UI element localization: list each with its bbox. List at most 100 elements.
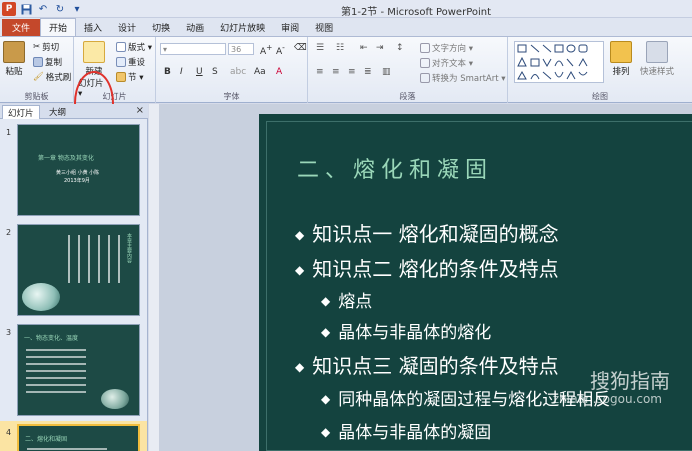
tab-file[interactable]: 文件	[2, 19, 41, 36]
layout-label: 版式 ▾	[128, 43, 152, 53]
tab-transitions[interactable]: 切换	[144, 19, 178, 36]
slide-thumb-1[interactable]: 第一章 物态及其变化 黄三小组 小黄 小陈 2013年9月	[17, 124, 140, 216]
thumb-title: 一、物态变化、温度	[24, 335, 79, 342]
tab-slides[interactable]: 幻灯片	[2, 105, 40, 119]
align-text-icon	[420, 58, 430, 68]
bullet-text: 知识点二 熔化的条件及特点	[312, 257, 559, 281]
diamond-bullet-icon: ◆	[295, 360, 305, 374]
clipboard-group-label: 剪贴板	[24, 92, 49, 101]
bold-button[interactable]: B	[164, 67, 171, 77]
reset-label: 重设	[128, 58, 146, 68]
bullets-icon[interactable]: ☰	[316, 43, 324, 53]
change-case-icon[interactable]: Aa	[254, 67, 266, 77]
panel-scrollbar[interactable]	[149, 104, 159, 451]
smartart-button[interactable]: 转换为 SmartArt ▾	[420, 72, 506, 84]
bullet-text: 晶体与非晶体的凝固	[338, 423, 492, 443]
underline-button[interactable]: U	[196, 67, 203, 77]
line-spacing-icon[interactable]: ↕	[396, 43, 404, 53]
char-spacing-icon[interactable]: abc	[230, 67, 246, 77]
tab-view[interactable]: 视图	[307, 19, 341, 36]
section-button[interactable]: 节 ▾	[116, 71, 143, 83]
font-color-icon[interactable]: A	[276, 67, 282, 77]
align-center-icon[interactable]: ≡	[332, 67, 340, 77]
slide-thumb-4[interactable]: 二、熔化和凝固	[17, 424, 140, 451]
arrange-label: 排列	[612, 67, 630, 77]
arrange-button[interactable]: 排列	[610, 41, 632, 77]
copy-icon	[33, 57, 43, 67]
paste-icon	[3, 41, 25, 63]
thumb-number: 3	[6, 328, 12, 337]
smartart-label: 转换为 SmartArt ▾	[432, 74, 506, 84]
diamond-bullet-icon: ◆	[295, 263, 305, 277]
font-size-select[interactable]: 36	[228, 43, 254, 55]
thumb-date: 2013年9月	[64, 178, 90, 184]
layout-button[interactable]: 版式 ▾	[116, 41, 152, 53]
reset-icon	[116, 57, 126, 67]
increase-indent-icon[interactable]: ⇥	[376, 43, 384, 53]
shapes-gallery[interactable]	[514, 41, 604, 83]
justify-icon[interactable]: ≣	[364, 67, 372, 77]
watermark-logo: 搜狗指南	[590, 369, 670, 393]
drawing-group: 排列 快速样式 绘图	[508, 37, 692, 103]
decrease-indent-icon[interactable]: ⇤	[360, 43, 368, 53]
text-direction-button[interactable]: 文字方向 ▾	[420, 42, 473, 54]
ribbon-tabs: 文件 开始 插入 设计 切换 动画 幻灯片放映 审阅 视图	[0, 18, 692, 36]
tab-insert[interactable]: 插入	[76, 19, 110, 36]
clipboard-group: 粘贴 ✂ 剪切 复制 🖌 格式刷 剪贴板	[0, 37, 74, 103]
smartart-icon	[420, 73, 430, 83]
italic-button[interactable]: I	[180, 67, 183, 77]
align-left-icon[interactable]: ≡	[316, 67, 324, 77]
strikethrough-button[interactable]: S	[212, 67, 218, 77]
tab-slideshow[interactable]: 幻灯片放映	[212, 19, 273, 36]
shrink-font-icon[interactable]: A-	[276, 43, 285, 57]
tab-outline[interactable]: 大纲	[44, 105, 71, 119]
tab-home[interactable]: 开始	[40, 18, 77, 36]
align-text-label: 对齐文本 ▾	[432, 59, 473, 69]
rock-image	[101, 389, 129, 409]
bullet-level-2[interactable]: ◆ 晶体与非晶体的熔化	[321, 318, 491, 343]
thumb-number: 2	[6, 228, 12, 237]
tab-design[interactable]: 设计	[110, 19, 144, 36]
scissors-icon: ✂	[33, 42, 41, 52]
thumb-bullet-lines	[26, 349, 86, 393]
bullet-text: 熔点	[338, 292, 373, 312]
columns-icon[interactable]: ▥	[382, 67, 391, 77]
quick-styles-label: 快速样式	[640, 67, 675, 77]
slide-thumb-3[interactable]: 一、物态变化、温度	[17, 324, 140, 416]
slide-title[interactable]: 二、熔化和凝固	[297, 152, 493, 184]
bullet-level-2[interactable]: ◆ 熔点	[321, 287, 372, 312]
copy-button[interactable]: 复制	[33, 56, 62, 68]
thumb-text-columns	[68, 235, 124, 283]
align-text-button[interactable]: 对齐文本 ▾	[420, 57, 473, 69]
title-bar: P ↶ ↻ ▾ 第1-2节 - Microsoft PowerPoint	[0, 0, 692, 18]
clear-format-icon[interactable]: ⌫	[294, 43, 307, 53]
grow-font-icon[interactable]: A+	[260, 43, 272, 57]
cut-button[interactable]: ✂ 剪切	[33, 41, 59, 53]
tab-animations[interactable]: 动画	[178, 19, 212, 36]
layout-icon	[116, 42, 126, 52]
font-family-select[interactable]: ▾	[160, 43, 226, 55]
cut-label: 剪切	[42, 43, 60, 53]
font-group: ▾ 36 A+ A- ⌫ B I U S abc Aa A 字体	[156, 37, 308, 103]
bullet-level-2[interactable]: ◆ 晶体与非晶体的凝固	[321, 418, 491, 443]
bullet-level-1[interactable]: ◆ 知识点二 熔化的条件及特点	[295, 253, 559, 282]
align-right-icon[interactable]: ≡	[348, 67, 356, 77]
section-label: 节 ▾	[128, 73, 144, 83]
format-painter-button[interactable]: 🖌 格式刷	[33, 71, 71, 83]
reset-button[interactable]: 重设	[116, 56, 145, 68]
slide-thumb-2[interactable]: 本章主要内容	[17, 224, 140, 316]
paste-button[interactable]: 粘贴	[3, 41, 25, 77]
new-slide-icon	[83, 41, 105, 63]
window-title: 第1-2节 - Microsoft PowerPoint	[340, 7, 492, 18]
drawing-group-label: 绘图	[592, 92, 608, 101]
close-panel-icon[interactable]: ×	[136, 105, 144, 116]
quick-styles-button[interactable]: 快速样式	[640, 41, 674, 77]
bullet-text: 晶体与非晶体的熔化	[338, 323, 492, 343]
numbering-icon[interactable]: ☷	[336, 43, 344, 53]
thumb-side-title: 本章主要内容	[126, 233, 132, 263]
bullet-level-1[interactable]: ◆ 知识点一 熔化和凝固的概念	[295, 218, 559, 247]
section-icon	[116, 72, 126, 82]
tab-review[interactable]: 审阅	[273, 19, 307, 36]
bullet-level-1[interactable]: ◆ 知识点三 凝固的条件及特点	[295, 350, 559, 379]
paste-label: 粘贴	[5, 67, 23, 77]
